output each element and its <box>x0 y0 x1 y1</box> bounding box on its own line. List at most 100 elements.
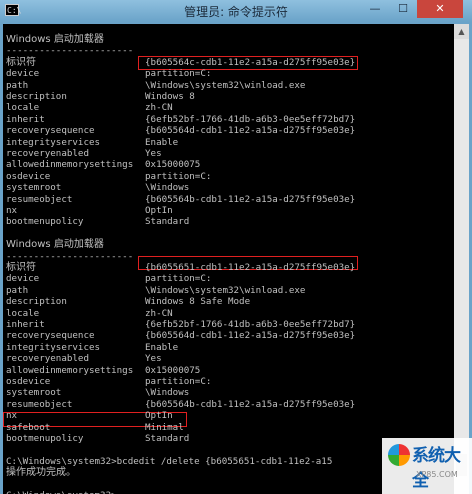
bcd-entry-row: osdevice partition=C: <box>6 171 454 183</box>
bcd-entry-key: description <box>6 296 67 308</box>
bcd-entry-value: Windows 8 <box>145 91 195 102</box>
bcd-entry-row: 标识符 {b6055651-cdb1-11e2-a15a-d275ff95e03e… <box>6 262 454 274</box>
bcd-entry-row: resumeobject {b605564b-cdb1-11e2-a15a-d27… <box>6 399 454 411</box>
bcd-entry-key: recoveryenabled <box>6 353 89 365</box>
bcd-entry-value: zh-CN <box>145 307 173 319</box>
bcd-entry-value: Windows 8 Safe Mode <box>145 296 251 308</box>
bcd-entry-value: \Windows <box>145 387 190 399</box>
bcd-entry-value: partition=C: <box>145 273 212 285</box>
minimize-button[interactable]: — <box>361 0 389 18</box>
command-result: 操作成功完成。 <box>6 467 76 479</box>
bcd-entry-row: description Windows 8 Safe Mode <box>6 296 454 308</box>
bcd-entry-value: {b6055651-cdb1-11e2-a15a-d275ff95e03e} <box>145 262 356 273</box>
bcd-entry-row: 标识符 {b605564c-cdb1-11e2-a15a-d275ff95e03e… <box>6 57 454 69</box>
bcd-entry-value: Yes <box>145 148 162 159</box>
bcd-entry-value: {b605564c-cdb1-11e2-a15a-d275ff95e03e} <box>145 56 356 68</box>
section-header: Windows 启动加载器 <box>6 239 104 251</box>
bcd-entry-row: systemroot \Windows <box>6 387 454 399</box>
bcd-entry-key: recoverysequence <box>6 125 95 137</box>
bcd-entry-value: \Windows\system32\winload.exe <box>145 79 306 91</box>
bcd-entry-row: nx OptIn <box>6 205 454 217</box>
bcd-entry-value: Enable <box>145 341 179 353</box>
command-line: C:\Windows\system32>bcdedit /delete {b60… <box>6 455 333 467</box>
bcd-entry-key: locale <box>6 102 40 114</box>
bcd-entry-row: recoveryenabled Yes <box>6 148 454 160</box>
bcd-entry-key: description <box>6 91 67 102</box>
bcd-entry-key: systemroot <box>6 387 62 399</box>
bcd-entry-row: osdevice partition=C: <box>6 376 454 388</box>
bcd-entry-value: partition=C: <box>145 170 212 182</box>
bcd-entry-key: resumeobject <box>6 193 73 205</box>
bcd-entry-value: 0x15000075 <box>145 364 201 376</box>
watermark-logo-icon <box>388 444 410 466</box>
bcd-entry-row: recoverysequence {b605564d-cdb1-11e2-a15a… <box>6 125 454 137</box>
bcd-entry-value: Standard <box>145 433 190 444</box>
watermark: 系统大全 XP85.COM <box>382 438 472 494</box>
watermark-text: 系统大全 <box>412 446 461 491</box>
bcd-entry-value: {6efb52bf-1766-41db-a6b3-0ee5eff72bd7} <box>145 113 356 125</box>
section-separator: ----------------------- <box>6 250 134 262</box>
bcd-entry-row: inherit {6efb52bf-1766-41db-a6b3-0ee5eff7… <box>6 114 454 126</box>
bcd-entry-key: resumeobject <box>6 398 73 410</box>
bcd-entry-value: OptIn <box>145 205 173 216</box>
bcd-entry-value: \Windows\system32\winload.exe <box>145 284 306 296</box>
bcd-entry-key: inherit <box>6 113 45 125</box>
bcd-entry-value: OptIn <box>145 410 173 422</box>
bcd-entry-row: locale zh-CN <box>6 308 454 320</box>
bcd-entry-value: {b605564d-cdb1-11e2-a15a-d275ff95e03e} <box>145 330 356 342</box>
bcd-entry-key: device <box>6 68 40 80</box>
bcd-entry-row: bootmenupolicy Standard <box>6 216 454 228</box>
bcd-entry-key: bootmenupolicy <box>6 433 84 444</box>
bcd-entry-key: inherit <box>6 319 45 330</box>
bcd-entry-key: allowedinmemorysettings <box>6 364 134 376</box>
bcd-entry-key: integrityservices <box>6 341 101 353</box>
bcd-entry-row: recoveryenabled Yes <box>6 353 454 365</box>
bcd-entry-key: path <box>6 284 29 296</box>
bcd-entry-value: partition=C: <box>145 376 212 387</box>
bcd-entry-row: path \Windows\system32\winload.exe <box>6 285 454 297</box>
bcd-entry-key: osdevice <box>6 376 51 387</box>
bcd-entry-row: device partition=C: <box>6 68 454 80</box>
bcd-entry-value: {b605564d-cdb1-11e2-a15a-d275ff95e03e} <box>145 125 356 137</box>
bcd-entry-key: path <box>6 79 29 91</box>
bcd-entry-key: integrityservices <box>6 136 101 148</box>
section-separator: ----------------------- <box>6 45 134 57</box>
close-button[interactable]: ✕ <box>417 0 463 18</box>
bcd-entry-row: allowedinmemorysettings 0x15000075 <box>6 365 454 377</box>
console-output[interactable]: Windows 启动加载器 ----------------------- 标识符{… <box>3 24 454 494</box>
bcd-entry-row: device partition=C: <box>6 273 454 285</box>
bcd-entry-row: systemroot \Windows <box>6 182 454 194</box>
bcd-entry-key: safeboot <box>6 421 51 433</box>
bcd-entry-row: locale zh-CN <box>6 102 454 114</box>
vertical-scrollbar[interactable]: ▲ <box>454 24 469 494</box>
bcd-entry-value: Yes <box>145 353 162 365</box>
bcd-entry-key: 标识符 <box>6 262 36 273</box>
bcd-entry-row: recoverysequence {b605564d-cdb1-11e2-a15a… <box>6 330 454 342</box>
title-bar[interactable]: C:\ 管理员: 命令提示符 — ☐ ✕ <box>0 0 472 22</box>
bcd-entry-key: recoverysequence <box>6 330 95 342</box>
bcd-entry-key: bootmenupolicy <box>6 216 84 228</box>
bcd-entry-row: safeboot Minimal <box>6 422 454 434</box>
bcd-entry-row: resumeobject {b605564b-cdb1-11e2-a15a-d27… <box>6 194 454 206</box>
bcd-entry-value: {6efb52bf-1766-41db-a6b3-0ee5eff72bd7} <box>145 319 356 330</box>
bcd-entry-row: nx OptIn <box>6 410 454 422</box>
bcd-entry-row: inherit {6efb52bf-1766-41db-a6b3-0ee5eff7… <box>6 319 454 331</box>
command-prompt: C:\Windows\system32> <box>6 490 117 494</box>
section-header: Windows 启动加载器 <box>6 34 104 45</box>
bcd-entry-key: allowedinmemorysettings <box>6 159 134 171</box>
scroll-up-arrow-icon[interactable]: ▲ <box>454 24 469 39</box>
bcd-entry-value: partition=C: <box>145 68 212 80</box>
bcd-entry-row: integrityservices Enable <box>6 137 454 149</box>
bcd-entry-value: {b605564b-cdb1-11e2-a15a-d275ff95e03e} <box>145 193 356 205</box>
bcd-entry-key: nx <box>6 205 18 216</box>
bcd-entry-key: locale <box>6 307 40 319</box>
command-prompt-window: C:\ 管理员: 命令提示符 — ☐ ✕ Windows 启动加载器 ------… <box>0 0 472 494</box>
maximize-button[interactable]: ☐ <box>389 0 417 18</box>
bcd-entry-row: integrityservices Enable <box>6 342 454 354</box>
bcd-entry-value: Minimal <box>145 421 184 433</box>
bcd-entry-key: 标识符 <box>6 56 36 68</box>
bcd-entry-key: nx <box>6 410 18 422</box>
bcd-entry-row: allowedinmemorysettings 0x15000075 <box>6 159 454 171</box>
bcd-entry-value: 0x15000075 <box>145 159 201 171</box>
bcd-entry-row: path \Windows\system32\winload.exe <box>6 80 454 92</box>
